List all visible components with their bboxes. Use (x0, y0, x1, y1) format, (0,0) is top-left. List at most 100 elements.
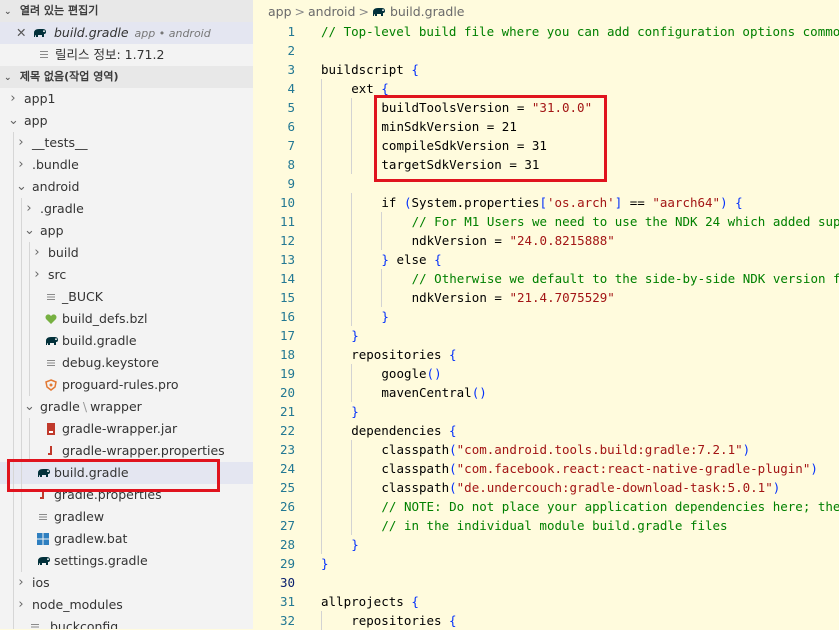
chevron-right-icon[interactable]: › (24, 198, 34, 220)
breadcrumb-item[interactable]: app (268, 4, 292, 19)
indent-guide (321, 478, 322, 497)
tree-item[interactable]: › node_modules (0, 594, 253, 616)
code-text: buildscript { (321, 62, 419, 77)
indent-guide (21, 374, 22, 396)
chevron-right-icon[interactable]: › (8, 88, 18, 110)
open-editor-item[interactable]: ✕ build.gradle app • android (0, 22, 253, 44)
line-number: 14 (279, 271, 295, 286)
workspace-header[interactable]: ⌄ 제목 없음(작업 영역) (0, 66, 253, 88)
indent-guide (321, 326, 322, 345)
line-number: 27 (279, 518, 295, 533)
code-line[interactable]: 13} else { (253, 250, 839, 269)
tree-item[interactable]: ⌄ app (0, 220, 253, 242)
tree-item[interactable]: ⌄ gradle \ wrapper (0, 396, 253, 418)
open-editor-item[interactable]: 릴리스 정보: 1.71.2 (0, 44, 253, 66)
code-line[interactable]: 1 // Top-level build file where you can a… (253, 22, 839, 41)
breadcrumb-file[interactable]: build.gradle (390, 4, 465, 19)
code-line[interactable]: 16} (253, 307, 839, 326)
chevron-right-icon[interactable]: › (16, 154, 26, 176)
breadcrumb-item[interactable]: android (308, 4, 355, 19)
tree-item[interactable]: ⌄ app (0, 110, 253, 132)
code-text: dependencies { (351, 423, 457, 438)
chevron-down-icon[interactable]: ⌄ (24, 396, 35, 418)
code-line[interactable]: 29} (253, 554, 839, 573)
code-line[interactable]: 21} (253, 402, 839, 421)
chevron-down-icon[interactable]: ⌄ (16, 176, 27, 198)
code-line[interactable]: 20 mavenCentral() (253, 383, 839, 402)
indent-guide (321, 174, 322, 193)
line-number: 21 (279, 404, 295, 419)
tree-item[interactable]: › .bundle (0, 154, 253, 176)
chevron-down-icon[interactable]: ⌄ (8, 110, 19, 132)
code-line[interactable]: 30 (253, 573, 839, 592)
indent-guide (351, 478, 353, 497)
indent-guide (13, 308, 14, 330)
chevron-right-icon[interactable]: › (16, 132, 26, 154)
code-line[interactable]: 10 if (System.properties['os.arch'] == "a… (253, 193, 839, 212)
line-number: 8 (287, 157, 295, 172)
chevron-right-icon[interactable]: › (16, 594, 26, 616)
tree-item[interactable]: _BUCK (0, 286, 253, 308)
code-line[interactable]: 18 repositories { (253, 345, 839, 364)
tree-item[interactable]: › ios (0, 572, 253, 594)
tree-item[interactable]: build.gradle (0, 330, 253, 352)
line-number: 6 (287, 119, 295, 134)
tree-item[interactable]: ⌄ android (0, 176, 253, 198)
indent-guide (21, 506, 22, 528)
tree-item[interactable]: gradle-wrapper.jar (0, 418, 253, 440)
code-line[interactable]: 32 repositories { (253, 611, 839, 630)
code-line[interactable]: 2 (253, 41, 839, 60)
chevron-down-icon[interactable]: ⌄ (24, 220, 35, 242)
code-line[interactable]: 22 dependencies { (253, 421, 839, 440)
tree-item[interactable]: › .gradle (0, 198, 253, 220)
path-separator: \ (82, 399, 88, 414)
line-number: 24 (279, 461, 295, 476)
tree-item[interactable]: settings.gradle (0, 550, 253, 572)
indent-guide (321, 79, 322, 98)
close-icon[interactable]: ✕ (16, 22, 26, 44)
code-line[interactable]: 24 classpath("com.facebook.react:react-na… (253, 459, 839, 478)
code-text: // Otherwise we default to the side-by-s… (411, 271, 839, 286)
code-text: allprojects { (321, 594, 419, 609)
tree-item[interactable]: gradlew.bat (0, 528, 253, 550)
code-line[interactable]: 11 // For M1 Users we need to use the NDK… (253, 212, 839, 231)
chevron-right-icon[interactable]: › (32, 264, 42, 286)
code-line[interactable]: 25 classpath("de.undercouch:gradle-downlo… (253, 478, 839, 497)
tree-item[interactable]: gradlew (0, 506, 253, 528)
code-line[interactable]: 27 // in the individual module build.grad… (253, 516, 839, 535)
open-editors-header[interactable]: ⌄ 열려 있는 편집기 (0, 0, 253, 22)
code-line[interactable]: 31 allprojects { (253, 592, 839, 611)
code-line[interactable]: 23 classpath("com.android.tools.build:gra… (253, 440, 839, 459)
tree-item[interactable]: proguard-rules.pro (0, 374, 253, 396)
line-number: 12 (279, 233, 295, 248)
chevron-right-icon[interactable]: › (16, 572, 26, 594)
code-line[interactable]: 15 ndkVersion = "21.4.7075529" (253, 288, 839, 307)
tree-item[interactable]: build_defs.bzl (0, 308, 253, 330)
open-editors-list: ✕ build.gradle app • android 릴리스 정보: 1.71.2 (0, 22, 253, 66)
code-line[interactable]: 19 google() (253, 364, 839, 383)
tree-item[interactable]: › build (0, 242, 253, 264)
tree-item[interactable]: › app1 (0, 88, 253, 110)
indent-guide (351, 383, 353, 402)
tree-item-label: build_defs.bzl (62, 311, 148, 326)
code-line[interactable]: 17} (253, 326, 839, 345)
open-editors-title: 열려 있는 편집기 (19, 4, 99, 17)
code-line[interactable]: 3 buildscript { (253, 60, 839, 79)
indent-guide (321, 193, 322, 212)
file-tree: › app1 ⌄ app › __tests__ › .bundle ⌄ android › .gra… (0, 88, 253, 629)
line-number: 9 (287, 176, 295, 191)
indent-guide (351, 364, 353, 383)
tree-item[interactable]: .buckconfig (0, 616, 253, 629)
indent-guide (13, 396, 14, 418)
indent-guide (13, 572, 14, 594)
code-line[interactable]: 14 // Otherwise we default to the side-by… (253, 269, 839, 288)
code-line[interactable]: 12 ndkVersion = "24.0.8215888" (253, 231, 839, 250)
tree-item[interactable]: › src (0, 264, 253, 286)
tree-item[interactable]: › __tests__ (0, 132, 253, 154)
tree-item[interactable]: debug.keystore (0, 352, 253, 374)
code-line[interactable]: 26 // NOTE: Do not place your application… (253, 497, 839, 516)
chevron-right-icon[interactable]: › (32, 242, 42, 264)
code-text: // NOTE: Do not place your application d… (381, 499, 839, 514)
code-line[interactable]: 28} (253, 535, 839, 554)
gradle-elephant-icon (37, 555, 50, 567)
